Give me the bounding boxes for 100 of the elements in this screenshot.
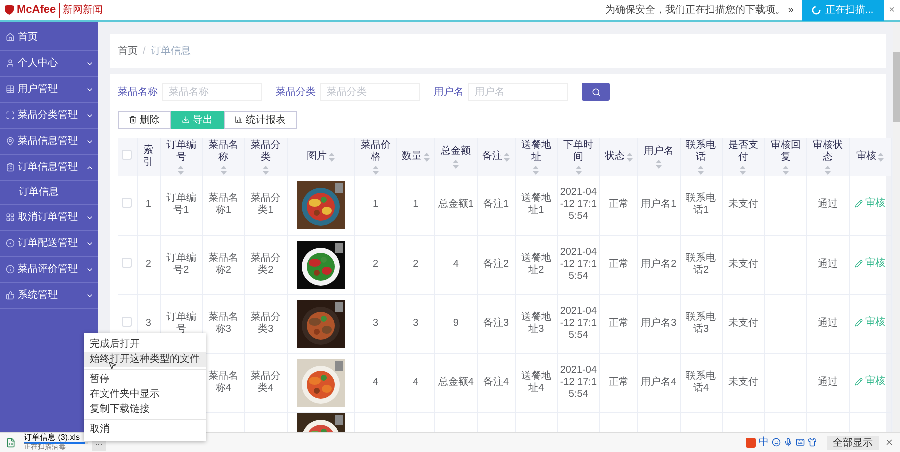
column-header: 备注	[482, 151, 502, 163]
table-cell: 4	[413, 376, 419, 388]
close-button[interactable]: ×	[884, 2, 900, 18]
table-cell: 菜品名称4	[208, 370, 239, 394]
table-cell: 菜品分类3	[250, 312, 281, 334]
menu-item[interactable]: 完成后打开	[84, 337, 206, 352]
table-cell: 备注1	[483, 199, 510, 210]
brand-name: McAfee	[17, 2, 56, 18]
table-cell: 联系电话3	[686, 312, 716, 334]
table-cell: 联系电话2	[686, 252, 716, 276]
table-cell: 送餐地址3	[521, 312, 552, 334]
sidebar-subitem[interactable]: 订单信息	[0, 181, 98, 205]
column-header: 下单时间	[562, 140, 595, 164]
file-name: 订单信息 (3).xls	[24, 434, 81, 442]
table-cell: 菜品分类2	[250, 252, 281, 276]
table-cell: 用户名3	[641, 318, 677, 328]
table-cell: 菜品名称2	[208, 252, 239, 276]
table-cell: 菜品分类4	[250, 370, 281, 394]
sidebar-item[interactable]: 用户管理	[0, 77, 98, 103]
sidebar-item[interactable]: 菜品信息管理	[0, 129, 98, 155]
table-cell: 总金额4	[438, 376, 474, 388]
search-field[interactable]: 菜品分类	[320, 83, 420, 101]
table-cell: 1	[373, 199, 379, 210]
product-name: 新网新闻	[59, 2, 104, 18]
column-header: 图片	[306, 151, 327, 163]
table-cell: 2021-04-12 17:15:54	[560, 364, 598, 400]
table-cell: 备注2	[483, 258, 510, 270]
table-cell: 正常	[608, 376, 629, 388]
table-cell: 通过	[818, 199, 838, 210]
table-cell: 用户名2	[641, 258, 677, 270]
table-cell: 未支付	[728, 199, 758, 210]
table-cell: 通过	[818, 376, 838, 388]
column-header: 总金额	[441, 146, 472, 158]
sidebar-item[interactable]: 首页	[0, 25, 98, 51]
column-header: 送餐地址	[520, 140, 552, 164]
column-header: 数量	[402, 151, 422, 163]
table-cell: 4	[373, 376, 379, 388]
table-cell: 9	[453, 318, 459, 328]
sidebar-item[interactable]: 个人中心	[0, 51, 98, 77]
show-all-button[interactable]: 全部显示	[827, 436, 879, 450]
column-header: 联系电话	[685, 140, 718, 164]
column-header: 用户名	[644, 146, 674, 158]
column-header: 索引	[142, 145, 155, 169]
column-header: 订单编号	[165, 140, 198, 164]
ime-mode[interactable]: 中	[759, 435, 769, 450]
table-cell: 备注3	[483, 318, 510, 328]
table-cell: 2021-04-12 17:15:54	[560, 187, 598, 222]
table-cell: 送餐地址4	[521, 370, 552, 394]
table-cell: 用户名4	[641, 376, 677, 388]
sidebar-item[interactable]: 取消订单管理	[0, 205, 98, 231]
banner-message: 为确保安全，我们正在扫描您的下载项。 »	[606, 4, 794, 18]
field-label: 菜品分类	[276, 86, 316, 100]
table-cell: 2	[373, 258, 379, 270]
menu-item[interactable]: 复制下载链接	[84, 402, 206, 417]
breadcrumb-link[interactable]: 首页	[118, 44, 138, 58]
column-header: 菜品价格	[360, 140, 392, 164]
table-cell: 1	[146, 199, 152, 210]
table-cell: 未支付	[728, 258, 758, 270]
table-cell: 3	[373, 318, 379, 328]
table-cell: 菜品名称3	[208, 312, 239, 334]
field-label: 用户名	[434, 86, 464, 100]
table-cell: 订单编号1	[166, 193, 196, 216]
menu-item[interactable]: 暂停	[84, 372, 206, 387]
table-cell: 未支付	[728, 318, 758, 328]
sidebar-item[interactable]: 系统管理	[0, 283, 98, 309]
table-cell: 2021-04-12 17:15:54	[560, 246, 598, 282]
table-cell: 用户名1	[641, 199, 677, 210]
table-cell: 总金额1	[438, 199, 474, 210]
breadcrumb-separator: /	[143, 44, 146, 58]
column-header: 是否支付	[727, 140, 760, 164]
table-cell: 菜品名称1	[208, 193, 239, 216]
table-cell: 备注4	[483, 376, 510, 388]
table-cell: 正常	[608, 258, 629, 270]
search-field[interactable]: 菜品名称	[162, 83, 262, 101]
column-header: 审核状态	[812, 140, 844, 164]
field-label: 菜品名称	[118, 86, 158, 100]
table-cell: 2	[413, 258, 419, 270]
table-cell: 送餐地址2	[521, 252, 552, 276]
sidebar-item[interactable]: 订单配送管理	[0, 231, 98, 257]
report-button[interactable]: 统计报表	[224, 111, 297, 129]
delete-button[interactable]: 删除	[118, 111, 171, 129]
sidebar-item[interactable]: 订单信息管理	[0, 155, 98, 181]
sidebar-item[interactable]: 菜品评价管理	[0, 257, 98, 283]
table-cell: 菜品分类1	[250, 193, 281, 216]
table-cell: 联系电话1	[686, 193, 716, 216]
sidebar-item[interactable]: 菜品分类管理	[0, 103, 98, 129]
column-header: 状态	[604, 151, 625, 163]
table-cell: 3	[413, 318, 419, 328]
menu-item[interactable]: 取消	[84, 422, 206, 437]
column-header: 审核回复	[770, 140, 802, 164]
table-cell: 2	[146, 258, 152, 270]
column-header: 菜品分类	[250, 140, 282, 164]
table-cell: 订单编号2	[166, 252, 196, 276]
table-cell: 联系电话4	[686, 370, 716, 394]
menu-item[interactable]: 在文件夹中显示	[84, 387, 206, 402]
table-cell: 3	[146, 318, 152, 328]
table-cell: 送餐地址1	[521, 193, 552, 216]
search-field[interactable]: 用户名	[468, 83, 568, 101]
menu-item[interactable]: 始终打开这种类型的文件	[84, 352, 206, 367]
table-cell: 正常	[608, 318, 629, 328]
